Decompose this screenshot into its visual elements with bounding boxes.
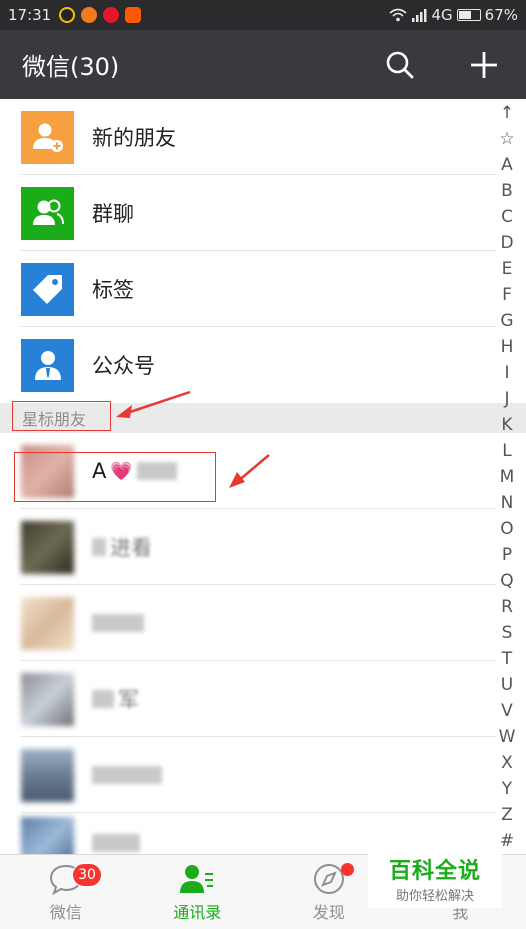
highlight-box-starred-header (12, 401, 111, 431)
network-type: 4G (431, 6, 453, 24)
contact-row[interactable]: 进看 (0, 509, 526, 585)
status-time: 17:31 (8, 6, 52, 24)
blurred-name (92, 766, 162, 784)
new-friends-label: 新的朋友 (92, 126, 176, 150)
page-title: 微信(30) (22, 53, 120, 81)
title-bar: 微信(30) (0, 30, 526, 99)
index-letter[interactable]: A (501, 152, 513, 178)
group-chat-label: 群聊 (92, 202, 134, 226)
battery-percent: 67% (484, 6, 518, 24)
index-letter[interactable]: R (501, 594, 513, 620)
index-letter[interactable]: F (502, 282, 512, 308)
index-letter[interactable]: P (502, 542, 512, 568)
blurred-name (92, 614, 144, 632)
index-letter[interactable]: # (500, 828, 514, 854)
contacts-icon (180, 865, 214, 893)
battery-fill (458, 11, 472, 19)
official-accounts-entry[interactable]: 公众号 (0, 327, 526, 403)
contact-row[interactable] (0, 737, 526, 813)
contact-row[interactable] (0, 585, 526, 661)
group-chat-entry[interactable]: 群聊 (0, 175, 526, 251)
index-letter[interactable]: O (500, 516, 513, 542)
wifi-icon (389, 8, 408, 22)
nav-discover-label: 发现 (312, 903, 345, 922)
annotation-arrow (229, 454, 270, 488)
index-letter[interactable]: W (499, 724, 516, 750)
blurred-name (92, 538, 106, 556)
signal-icon (412, 9, 427, 22)
tag-icon (21, 262, 74, 316)
nav-contacts[interactable]: 通讯录 (132, 855, 264, 929)
contact-name-partial: 军 (118, 688, 139, 712)
blurred-name (92, 690, 114, 708)
index-letter[interactable]: ↑ (500, 100, 514, 126)
bubble-notification-icon (81, 7, 98, 23)
weibo-icon (103, 7, 120, 23)
index-letter[interactable]: Z (501, 802, 513, 828)
watermark-logo: 百科全说 助你轻松解决 (368, 848, 502, 908)
qq-penguin-icon (59, 7, 76, 23)
index-letter[interactable]: I (504, 360, 509, 386)
alphabet-index[interactable]: ↑ ☆ A B C D E F G H I J K L M N O P Q R S T U V W X Y Z # (496, 100, 518, 854)
watermark-subtitle: 助你轻松解决 (395, 888, 474, 904)
blurred-name (92, 834, 140, 852)
avatar (21, 520, 74, 574)
index-letter[interactable]: S (502, 620, 513, 646)
index-letter[interactable]: B (501, 178, 513, 204)
new-friends-entry[interactable]: 新的朋友 (0, 99, 526, 175)
contact-name-partial: 进看 (110, 536, 152, 560)
battery-icon (456, 9, 481, 21)
index-letter[interactable]: M (500, 464, 515, 490)
nav-chats[interactable]: 30 微信 (0, 855, 132, 929)
index-letter[interactable]: Q (500, 568, 513, 594)
tags-entry[interactable]: 标签 (0, 251, 526, 327)
avatar (21, 748, 74, 802)
group-chat-icon (21, 186, 74, 240)
plus-icon (471, 51, 497, 78)
taobao-icon (125, 7, 142, 23)
nav-contacts-label: 通讯录 (173, 903, 222, 922)
watermark-title: 百科全说 (388, 858, 481, 884)
add-friend-icon (21, 110, 74, 164)
contact-row[interactable]: 军 (0, 661, 526, 737)
index-letter[interactable]: J (504, 386, 509, 412)
status-bar: 17:31 4G 67% (0, 0, 526, 30)
new-activity-dot (341, 863, 354, 876)
index-letter[interactable]: C (501, 204, 513, 230)
search-button[interactable] (380, 45, 420, 85)
tags-label: 标签 (92, 278, 134, 302)
index-letter[interactable]: V (501, 698, 513, 724)
index-letter[interactable]: K (501, 412, 512, 438)
index-letter[interactable]: H (501, 334, 514, 360)
index-letter[interactable]: T (502, 646, 512, 672)
index-letter[interactable]: G (500, 308, 513, 334)
nav-chats-label: 微信 (49, 903, 82, 922)
search-icon (386, 51, 414, 78)
official-account-icon (21, 338, 74, 392)
index-letter[interactable]: ☆ (499, 126, 514, 152)
unread-badge: 30 (72, 863, 102, 887)
avatar (21, 596, 74, 650)
add-button[interactable] (464, 45, 504, 85)
avatar (21, 672, 74, 726)
index-letter[interactable]: Y (502, 776, 512, 802)
annotation-arrow (116, 390, 191, 418)
official-accounts-label: 公众号 (92, 354, 155, 378)
index-letter[interactable]: X (501, 750, 513, 776)
index-letter[interactable]: U (501, 672, 513, 698)
highlight-box-starred-contact (14, 452, 216, 502)
index-letter[interactable]: D (500, 230, 513, 256)
index-letter[interactable]: N (501, 490, 514, 516)
index-letter[interactable]: E (502, 256, 513, 282)
index-letter[interactable]: L (502, 438, 511, 464)
